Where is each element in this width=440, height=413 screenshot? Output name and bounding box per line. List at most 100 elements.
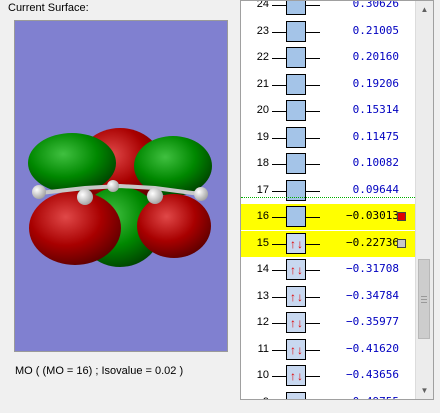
level-tick-right [306,137,320,139]
occupied-orbital-box[interactable]: ↑↓ [286,391,306,400]
spin-down-arrow-icon: ↓ [297,289,303,304]
mo-level-row[interactable]: 14 ↑ ↓ −0.31708 [241,257,417,283]
mo-level-row[interactable]: 18 0.10082 [241,151,417,177]
spin-up-arrow-icon: ↑ [290,369,296,383]
level-tick-left [272,190,286,192]
level-tick-left [272,58,286,59]
spin-up-arrow-icon: ↑ [290,263,296,277]
mo-energy: −0.31708 [346,262,399,275]
occupied-orbital-box[interactable]: ↑↓ [286,285,306,307]
mo-energy: −0.34784 [346,288,399,302]
occupied-orbital-box[interactable]: ↑↓ [286,232,306,254]
mo-number: 24 [256,0,269,10]
atom-c-center [107,180,119,192]
surface-color-marker[interactable] [397,212,406,221]
mo-energy: −0.41620 [346,341,399,355]
level-tick-right [306,31,320,33]
virtual-orbital-box[interactable] [286,47,306,68]
mo-energy: −0.03013 [346,209,399,222]
mo-level-row[interactable]: 19 0.11475 [241,125,417,151]
mo-level-row[interactable]: 17 0.09644 [241,178,417,204]
level-tick-right [306,84,320,86]
homo-lumo-gap-line [241,197,417,198]
mo-level-row[interactable]: 16 −0.03013 [241,204,417,230]
level-tick-right [306,270,320,271]
mo-energy: 0.10082 [352,156,399,169]
virtual-orbital-box[interactable] [286,206,306,227]
current-surface-label: Current Surface: [8,2,89,14]
mo-energy: 0.09644 [352,182,399,196]
mo-number: 23 [256,24,269,37]
occupied-orbital-box[interactable]: ↑↓ [286,338,306,360]
mo-energy: −0.43656 [346,368,399,381]
level-tick-left [272,5,286,6]
level-tick-left [272,137,286,139]
mo-number: 13 [256,289,269,302]
level-tick-left [272,84,286,86]
mo-level-row[interactable]: 24 0.30626 [241,0,417,18]
spin-down-arrow-icon: ↓ [297,236,303,251]
level-tick-left [272,111,286,112]
mo-number: 22 [256,51,269,63]
mo-energy: 0.30626 [352,0,399,10]
spin-down-arrow-icon: ↓ [297,397,303,400]
occupied-orbital-box[interactable]: ↑↓ [286,365,306,386]
virtual-orbital-box[interactable] [286,126,306,148]
lobe-top-left-green [28,133,116,193]
scroll-up-arrow-icon[interactable]: ▲ [416,1,433,18]
occupied-orbital-box[interactable]: ↑↓ [286,259,306,280]
scroll-down-arrow-icon[interactable]: ▼ [416,382,433,399]
level-tick-right [306,323,320,324]
surface-color-marker[interactable] [397,238,406,248]
spin-up-arrow-icon: ↑ [290,236,296,251]
mo-level-row[interactable]: 13 ↑ ↓ −0.34784 [241,284,417,310]
level-tick-left [272,243,286,245]
mo-level-row[interactable]: 10 ↑ ↓ −0.43656 [241,363,417,389]
mo-level-row[interactable]: 11 ↑ ↓ −0.41620 [241,337,417,363]
virtual-orbital-box[interactable] [286,100,306,121]
mo-energy: 0.11475 [352,129,399,143]
mo-number: 11 [257,342,269,355]
isovalue-caption: MO ( (MO = 16) ; Isovalue = 0.02 ) [15,365,184,377]
spin-down-arrow-icon: ↓ [297,342,303,357]
level-tick-right [306,58,320,59]
mo-number: 14 [256,263,269,275]
mo-level-row[interactable]: 20 0.15314 [241,98,417,124]
molecule-viewport[interactable] [14,20,228,352]
virtual-orbital-box[interactable] [286,20,306,42]
level-tick-left [272,296,286,298]
mo-number: 18 [256,157,269,169]
atom-h-left [32,185,46,199]
mo-level-row[interactable]: 23 0.21005 [241,19,417,45]
scroll-thumb[interactable] [418,259,430,339]
spin-down-arrow-icon: ↓ [297,316,303,330]
mo-level-row[interactable]: 22 0.20160 [241,45,417,71]
spin-up-arrow-icon: ↑ [290,289,296,304]
level-tick-right [306,296,320,298]
mo-level-row[interactable]: 21 0.19206 [241,72,417,98]
mo-energy-diagram[interactable]: 24 0.30626 23 0.21005 22 0.20160 21 0.19206 20 0.… [240,0,434,400]
mo-number: 21 [256,77,269,90]
virtual-orbital-box[interactable] [286,153,306,174]
vertical-scrollbar[interactable]: ▲ ▼ [415,1,433,399]
virtual-orbital-box[interactable] [286,73,306,95]
surface-panel: Current Surface: MO ((MO = 16) ; Isoval… [0,0,236,400]
atom-h-right [194,187,208,201]
mo-number: 16 [256,210,269,222]
level-tick-left [272,270,286,271]
level-tick-right [306,111,320,112]
level-tick-right [306,376,320,377]
level-tick-right [306,243,320,245]
mo-energy: 0.15314 [352,103,399,116]
mo-level-row[interactable]: 12 ↑ ↓ −0.35977 [241,310,417,336]
level-tick-left [272,349,286,351]
virtual-orbital-box[interactable] [286,1,306,15]
occupied-orbital-box[interactable]: ↑↓ [286,312,306,333]
mo-number: 17 [256,183,269,196]
mo-level-row[interactable]: 9 ↑↓ −0.49755 [241,390,417,400]
mo-energy: −0.35977 [346,315,399,328]
level-tick-left [272,323,286,324]
atom-h-left-inner [77,189,93,205]
lobe-bottom-right-red [137,194,211,258]
mo-level-row[interactable]: 15 ↑ ↓ −0.22736 [241,230,417,257]
